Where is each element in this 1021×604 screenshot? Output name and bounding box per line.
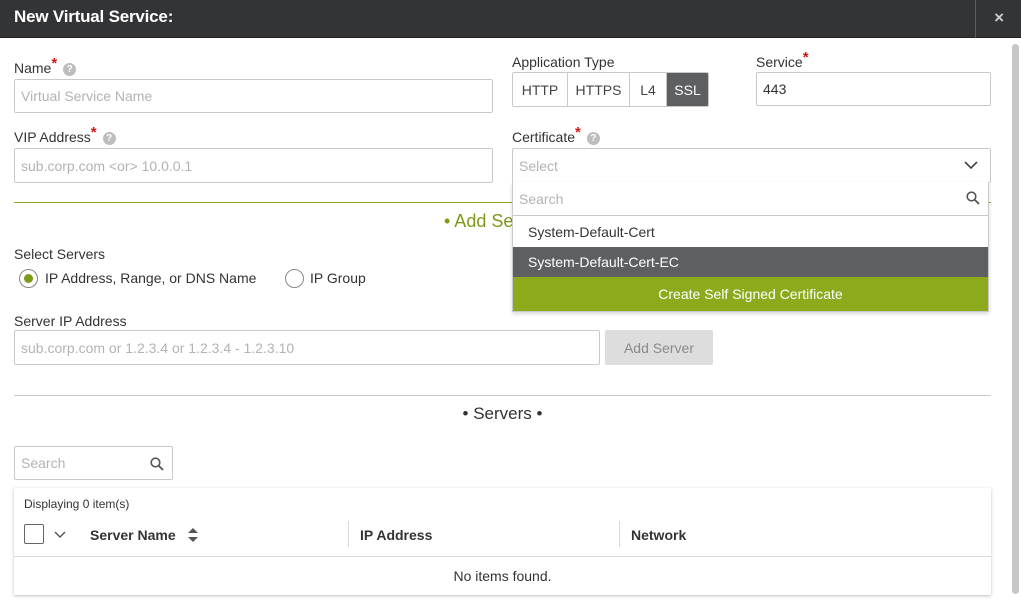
servers-search-input[interactable]: Search	[14, 446, 173, 480]
certificate-search-placeholder: Search	[519, 191, 564, 207]
help-icon[interactable]: ?	[63, 63, 77, 76]
app-type-https[interactable]: HTTPS	[568, 73, 630, 106]
service-label-wrap: Service*	[756, 49, 809, 71]
servers-section-title: • Servers •	[462, 404, 543, 423]
service-input[interactable]: 443	[756, 72, 991, 106]
select-all-checkbox[interactable]	[24, 524, 44, 544]
create-self-signed-cert-button[interactable]: Create Self Signed Certificate	[513, 277, 988, 311]
name-input[interactable]: Virtual Service Name	[14, 79, 493, 113]
certificate-label: Certificate	[512, 129, 576, 145]
name-label-wrap: Name*?	[14, 55, 77, 77]
vip-address-input[interactable]: sub.corp.com <or> 10.0.0.1	[14, 148, 493, 183]
chevron-down-icon[interactable]	[54, 531, 66, 539]
application-type-label: Application Type	[512, 54, 615, 70]
certificate-dropdown: Search System-Default-Cert System-Defaul…	[512, 182, 989, 312]
empty-message: No items found.	[453, 568, 552, 584]
app-type-l4[interactable]: L4	[630, 73, 667, 106]
scrollbar[interactable]	[1012, 44, 1019, 594]
close-button[interactable]: ×	[975, 0, 1021, 38]
vip-label-wrap: VIP Address*?	[14, 124, 116, 146]
close-icon[interactable]: ×	[994, 8, 1004, 28]
server-ip-label: Server IP Address	[14, 313, 127, 329]
required-marker: *	[90, 124, 97, 141]
service-value: 443	[763, 81, 787, 97]
server-ip-input[interactable]: sub.corp.com or 1.2.3.4 or 1.2.3.4 - 1.2…	[14, 330, 600, 365]
search-icon	[150, 457, 164, 471]
column-ip-address[interactable]: IP Address	[360, 527, 432, 543]
server-ip-placeholder: sub.corp.com or 1.2.3.4 or 1.2.3.4 - 1.2…	[21, 339, 295, 356]
required-marker: *	[575, 124, 581, 141]
column-separator	[619, 521, 620, 547]
vip-address-placeholder: sub.corp.com <or> 10.0.0.1	[21, 157, 193, 174]
help-icon[interactable]: ?	[102, 132, 116, 145]
search-icon	[966, 191, 980, 205]
servers-divider	[14, 395, 991, 396]
certificate-placeholder: Select	[519, 157, 558, 174]
radio-ip-address-label[interactable]: IP Address, Range, or DNS Name	[45, 270, 256, 286]
required-marker: *	[802, 49, 809, 66]
column-network[interactable]: Network	[631, 527, 686, 543]
certificate-option[interactable]: System-Default-Cert-EC	[513, 247, 988, 277]
required-marker: *	[51, 55, 58, 72]
grid-header-divider	[14, 556, 991, 557]
certificate-option[interactable]: System-Default-Cert	[513, 217, 988, 247]
application-type-toggle[interactable]: HTTP HTTPS L4 SSL	[512, 72, 709, 107]
radio-ip-address[interactable]	[19, 269, 38, 288]
help-icon[interactable]: ?	[586, 132, 600, 145]
displaying-count: Displaying 0 item(s)	[24, 497, 130, 511]
column-server-name[interactable]: Server Name	[90, 527, 176, 543]
vip-address-label: VIP Address	[14, 129, 91, 145]
name-label: Name	[14, 60, 52, 76]
servers-grid: Displaying 0 item(s) Server Name IP Addr…	[14, 488, 991, 595]
certificate-search-input[interactable]: Search	[513, 182, 988, 216]
chevron-down-icon[interactable]	[964, 161, 978, 170]
certificate-select[interactable]: Select	[512, 148, 991, 183]
app-type-ssl[interactable]: SSL	[667, 73, 708, 106]
radio-ip-group[interactable]	[285, 269, 304, 288]
name-placeholder: Virtual Service Name	[21, 88, 153, 104]
add-server-button[interactable]: Add Server	[605, 330, 713, 365]
radio-ip-group-label[interactable]: IP Group	[310, 270, 366, 286]
column-separator	[348, 521, 349, 547]
dialog-title: New Virtual Service:	[14, 7, 174, 26]
dialog-titlebar: New Virtual Service: ×	[0, 0, 1021, 38]
servers-search-placeholder: Search	[21, 455, 66, 471]
sort-icon[interactable]	[188, 528, 198, 542]
select-servers-label: Select Servers	[14, 246, 106, 262]
app-type-http[interactable]: HTTP	[513, 73, 568, 106]
service-label: Service	[756, 54, 803, 70]
certificate-label-wrap: Certificate*?	[512, 124, 600, 146]
